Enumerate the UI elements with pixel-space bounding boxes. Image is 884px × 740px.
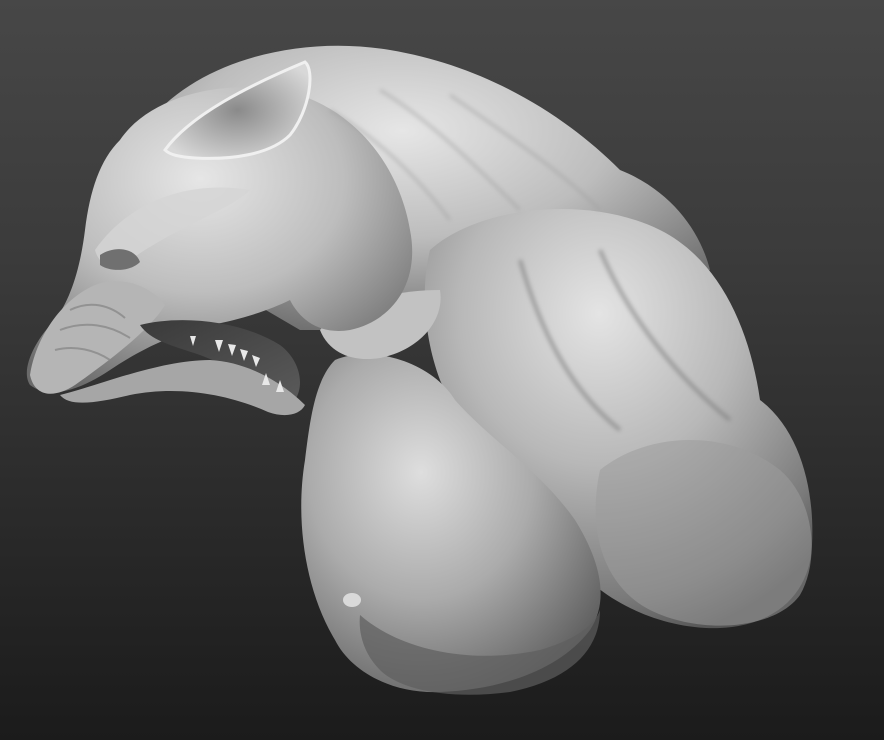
nipple xyxy=(343,593,361,607)
3d-viewport[interactable] xyxy=(0,0,884,740)
sculpt-model[interactable] xyxy=(0,0,884,740)
